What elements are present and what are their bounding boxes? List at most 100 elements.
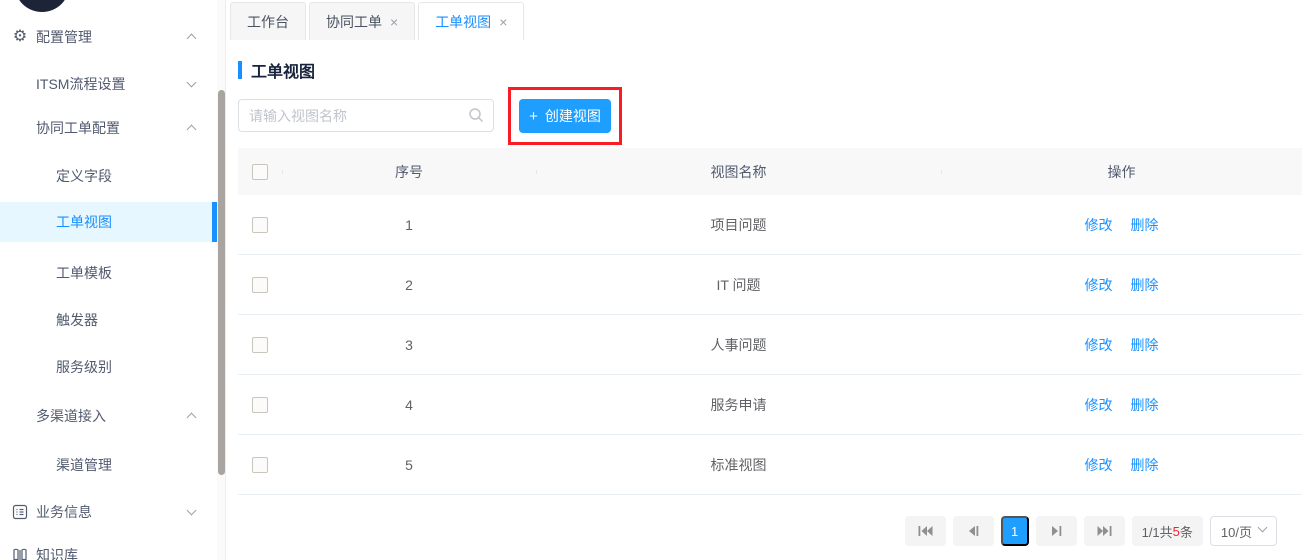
sidebar-item-channel-management[interactable]: 渠道管理	[0, 445, 217, 485]
select-all-checkbox[interactable]	[252, 164, 268, 180]
row-seq: 2	[282, 277, 536, 293]
edit-link[interactable]: 修改	[1085, 455, 1113, 475]
header-actions: 操作	[941, 162, 1302, 182]
summary-count: 5	[1173, 524, 1180, 539]
sidebar-item-triggers[interactable]: 触发器	[0, 300, 217, 340]
row-name: 人事问题	[536, 335, 941, 355]
sidebar-item-config-management[interactable]: ⚙ 配置管理	[0, 17, 217, 57]
tab-collab-ticket[interactable]: 协同工单 ×	[309, 2, 415, 40]
chevron-up-icon	[188, 37, 195, 44]
row-name: 标准视图	[536, 455, 941, 475]
sidebar-item-label: 定义字段	[56, 166, 112, 186]
summary-prefix: 1/1共	[1142, 522, 1173, 541]
pagination-summary: 1/1共 5 条	[1132, 516, 1203, 546]
next-page-button[interactable]	[1036, 516, 1077, 546]
page-title: 工单视图	[251, 58, 315, 82]
chevron-down-icon	[188, 84, 195, 91]
sidebar-item-define-fields[interactable]: 定义字段	[0, 156, 217, 196]
close-icon[interactable]: ×	[390, 15, 398, 29]
sidebar-item-label: 渠道管理	[56, 455, 112, 475]
sidebar-item-ticket-views[interactable]: 工单视图	[0, 202, 217, 242]
edit-link[interactable]: 修改	[1085, 395, 1113, 415]
page-number-button[interactable]: 1	[1001, 516, 1029, 546]
table-header-row: 序号 视图名称 操作	[238, 148, 1302, 195]
sidebar-item-service-levels[interactable]: 服务级别	[0, 347, 217, 387]
annotation-highlight-box: + 创建视图	[508, 87, 622, 145]
tab-label: 工作台	[247, 12, 289, 32]
delete-link[interactable]: 删除	[1131, 215, 1159, 235]
tab-ticket-views[interactable]: 工单视图 ×	[418, 2, 524, 40]
prev-icon	[968, 525, 979, 537]
row-name: IT 问题	[536, 275, 941, 295]
chevron-up-icon	[188, 128, 195, 135]
create-view-label: 创建视图	[545, 106, 601, 126]
logo-avatar[interactable]	[15, 0, 69, 12]
sidebar-item-itsm-process[interactable]: ITSM流程设置	[0, 64, 217, 104]
delete-link[interactable]: 删除	[1131, 455, 1159, 475]
chevron-down-icon	[188, 512, 195, 519]
table-row: 4 服务申请 修改 删除	[238, 375, 1302, 435]
sidebar-item-label: 触发器	[56, 310, 98, 330]
row-checkbox[interactable]	[252, 397, 268, 413]
sidebar-item-label: 业务信息	[36, 502, 92, 522]
row-seq: 1	[282, 217, 536, 233]
page-size-label: 10/页	[1221, 522, 1252, 541]
edit-link[interactable]: 修改	[1085, 335, 1113, 355]
close-icon[interactable]: ×	[499, 15, 507, 29]
row-checkbox[interactable]	[252, 217, 268, 233]
sidebar-item-label: 配置管理	[36, 27, 92, 47]
book-icon	[11, 546, 29, 560]
sidebar-item-label: 协同工单配置	[36, 118, 120, 138]
table-row: 3 人事问题 修改 删除	[238, 315, 1302, 375]
sidebar-item-multichannel-access[interactable]: 多渠道接入	[0, 396, 217, 436]
edit-link[interactable]: 修改	[1085, 215, 1113, 235]
edit-link[interactable]: 修改	[1085, 275, 1113, 295]
sidebar-item-label: 服务级别	[56, 357, 112, 377]
sidebar-item-collab-ticket-config[interactable]: 协同工单配置	[0, 108, 217, 148]
tab-label: 协同工单	[326, 12, 382, 32]
list-form-icon	[11, 503, 29, 521]
next-icon	[1051, 525, 1062, 537]
table-row: 5 标准视图 修改 删除	[238, 435, 1302, 495]
search-input[interactable]	[238, 99, 494, 132]
search-icon[interactable]	[468, 107, 484, 123]
tab-workbench[interactable]: 工作台	[230, 2, 306, 40]
skip-first-icon	[918, 525, 933, 537]
sidebar-item-business-info[interactable]: 业务信息	[0, 492, 217, 532]
sidebar-item-knowledge-base[interactable]: 知识库	[0, 535, 217, 560]
content: 工单视图 + 创建视图 序号 视图名称	[227, 59, 1302, 546]
chevron-down-icon	[1259, 524, 1266, 539]
header-seq: 序号	[282, 162, 536, 182]
title-accent-bar	[238, 61, 242, 79]
search-box	[238, 99, 494, 132]
row-checkbox[interactable]	[252, 337, 268, 353]
tab-bar: 工作台 协同工单 × 工单视图 ×	[227, 0, 1302, 40]
chevron-up-icon	[188, 416, 195, 423]
create-view-button[interactable]: + 创建视图	[519, 99, 611, 133]
sidebar-scrollbar[interactable]	[218, 90, 225, 475]
sidebar-item-ticket-templates[interactable]: 工单模板	[0, 253, 217, 293]
row-seq: 3	[282, 337, 536, 353]
row-name: 服务申请	[536, 395, 941, 415]
gear-icon: ⚙	[11, 28, 29, 46]
sidebar-item-label: 知识库	[36, 545, 78, 560]
prev-page-button[interactable]	[953, 516, 994, 546]
delete-link[interactable]: 删除	[1131, 395, 1159, 415]
first-page-button[interactable]	[905, 516, 946, 546]
table-row: 1 项目问题 修改 删除	[238, 195, 1302, 255]
page-size-select[interactable]: 10/页	[1210, 516, 1277, 546]
pagination: 1 1/1共 5 条 10/页	[238, 516, 1302, 546]
row-name: 项目问题	[536, 215, 941, 235]
table-row: 2 IT 问题 修改 删除	[238, 255, 1302, 315]
page-title-row: 工单视图	[238, 59, 1302, 81]
main-area: 工作台 协同工单 × 工单视图 × 工单视图 + 创	[227, 0, 1302, 560]
sidebar-item-label: 工单模板	[56, 263, 112, 283]
sidebar-item-label: ITSM流程设置	[36, 74, 125, 94]
row-checkbox[interactable]	[252, 457, 268, 473]
delete-link[interactable]: 删除	[1131, 275, 1159, 295]
delete-link[interactable]: 删除	[1131, 335, 1159, 355]
last-page-button[interactable]	[1084, 516, 1125, 546]
views-table: 序号 视图名称 操作 1 项目问题 修改 删除 2 IT 问题 修改 删除	[238, 148, 1302, 495]
row-seq: 5	[282, 457, 536, 473]
row-checkbox[interactable]	[252, 277, 268, 293]
